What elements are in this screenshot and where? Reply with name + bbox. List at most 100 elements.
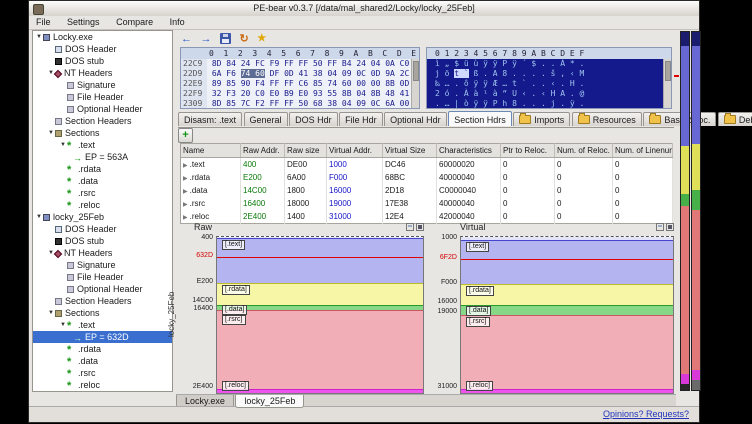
tree-item-data-section[interactable]: .data xyxy=(33,355,172,367)
col-raw-addr[interactable]: Raw Addr. xyxy=(241,144,285,158)
expander-icon[interactable]: ▼ xyxy=(47,127,55,139)
hex-row[interactable]: 22D9 6A F6 74 60 DF 0D 41 38 04 09 0C 0D… xyxy=(181,69,419,79)
hex-view-raw[interactable]: 0 1 2 3 4 5 6 7 8 9 A B C D E F 22C9 8D … xyxy=(180,47,420,109)
hex-bytes[interactable]: 6A F6 74 60 DF 0D 41 38 04 09 0C 0D 9A 2… xyxy=(212,69,420,78)
ascii-row[interactable]: . … | ò ÿ ÿ P h 8 . . . j . ÿ . xyxy=(427,99,671,109)
tab-file-hdr[interactable]: File Hdr xyxy=(339,112,383,126)
detach-icon[interactable] xyxy=(666,223,674,231)
table-row-rdata[interactable]: ▶.rdata E2006A00 F00068BC 400000400 00 xyxy=(181,171,673,184)
col-raw-size[interactable]: Raw size xyxy=(285,144,327,158)
save-icon[interactable] xyxy=(220,33,231,44)
tree-item-sections[interactable]: ▼Sections xyxy=(33,127,172,139)
hex-view-ascii[interactable]: 0 1 2 3 4 5 6 7 8 9 A B C D E F ì „ $ ü … xyxy=(426,47,672,109)
menu-settings[interactable]: Settings xyxy=(60,16,107,29)
hex-row[interactable]: 2309 8D 85 7C F2 FF FF 50 68 38 04 09 0C… xyxy=(181,99,419,109)
feedback-link[interactable]: Opinions? Requests? xyxy=(603,409,689,419)
tree-item-dos-stub[interactable]: DOS stub xyxy=(33,55,172,67)
tab-debug[interactable]: Debug xyxy=(718,112,752,126)
ascii-row[interactable]: 2 ó . À à ¹ à “ U ‹ . ‹ H A . @ xyxy=(427,89,671,99)
ascii-row[interactable]: j ö t ` ß . A 8 . . . . š , ‹ M xyxy=(427,69,671,79)
collapse-icon[interactable] xyxy=(406,223,414,231)
menu-compare[interactable]: Compare xyxy=(109,16,160,29)
hex-bytes[interactable]: 8D 85 7C F2 FF FF 50 68 38 04 09 0C 6A 0… xyxy=(212,99,420,108)
tab-general[interactable]: General xyxy=(244,112,288,126)
hex-row[interactable]: 22E9 89 85 90 F4 FF FF C6 85 74 60 00 00… xyxy=(181,79,419,89)
menu-file[interactable]: File xyxy=(29,16,58,29)
hex-bytes[interactable]: 8D 84 24 FC F9 FF FF 50 FF B4 24 04 0A C… xyxy=(212,59,420,68)
tab-resources[interactable]: Resources xyxy=(572,112,642,126)
tree-item-ep-632d[interactable]: EP = 632D xyxy=(33,331,172,343)
minimap-raw-bar[interactable] xyxy=(680,31,690,391)
tree-item-rsrc-section[interactable]: .rsrc xyxy=(33,187,172,199)
tree-item-rsrc-section[interactable]: .rsrc xyxy=(33,367,172,379)
hex-scrollbar[interactable] xyxy=(663,59,671,108)
tree-item-data-section[interactable]: .data xyxy=(33,175,172,187)
hex-selection[interactable]: 74 60 xyxy=(241,69,265,78)
tab-optional-hdr[interactable]: Optional Hdr xyxy=(384,112,447,126)
hex-bytes[interactable]: 32 F3 20 C0 E0 B9 E0 93 55 8B 04 8B 48 4… xyxy=(212,89,420,98)
detach-icon[interactable] xyxy=(416,223,424,231)
hex-row[interactable]: 22F9 32 F3 20 C0 E0 B9 E0 93 55 8B 04 8B… xyxy=(181,89,419,99)
tree-item-optional-header[interactable]: Optional Header xyxy=(33,283,172,295)
tab-disasm-text[interactable]: Disasm: .text xyxy=(178,112,242,126)
hex-row[interactable]: 22C9 8D 84 24 FC F9 FF FF 50 FF B4 24 04… xyxy=(181,59,419,69)
row-expander-icon[interactable]: ▶ xyxy=(183,215,188,221)
ascii-row[interactable]: ‰ … . ô ÿ ÿ Æ … t ` . . ‹ . H . xyxy=(427,79,671,89)
minimap-virtual-bar[interactable] xyxy=(691,31,701,391)
row-expander-icon[interactable]: ▶ xyxy=(183,176,188,182)
expander-icon[interactable]: ▼ xyxy=(59,139,67,151)
col-virtual-size[interactable]: Virtual Size xyxy=(383,144,437,158)
ascii-row[interactable]: ì „ $ ü ù ÿ ÿ P ÿ ´ $ . . À * . xyxy=(427,59,671,69)
col-characteristics[interactable]: Characteristics xyxy=(437,144,501,158)
tree-item-sections[interactable]: ▼Sections xyxy=(33,307,172,319)
expander-icon[interactable]: ▼ xyxy=(35,31,43,43)
titlebar[interactable]: PE-bear v0.3.7 [/data/mal_shared2/Locky/… xyxy=(29,1,699,17)
tree-item-dos-header[interactable]: DOS Header xyxy=(33,223,172,235)
tab-dos-hdr[interactable]: DOS Hdr xyxy=(289,112,338,126)
tree-item-text-section[interactable]: ▼.text xyxy=(33,319,172,331)
row-expander-icon[interactable]: ▶ xyxy=(183,163,188,169)
tree-item-file-header[interactable]: File Header xyxy=(33,91,172,103)
ascii-selection[interactable]: t ` xyxy=(454,69,468,78)
tree-item-locky-25feb[interactable]: ▼locky_25Feb xyxy=(33,211,172,223)
col-virtual-addr[interactable]: Virtual Addr. xyxy=(327,144,383,158)
star-icon[interactable]: ★ xyxy=(257,31,266,47)
tree-item-signature[interactable]: Signature xyxy=(33,259,172,271)
tab-imports[interactable]: Imports xyxy=(513,112,570,126)
file-tab-locky-25feb[interactable]: locky_25Feb xyxy=(235,395,304,408)
tree-item-text-section[interactable]: ▼.text xyxy=(33,139,172,151)
hex-scrollbar[interactable] xyxy=(411,59,419,108)
tree-item-optional-header[interactable]: Optional Header xyxy=(33,103,172,115)
tree-item-reloc-section[interactable]: .reloc xyxy=(33,199,172,211)
row-expander-icon[interactable]: ▶ xyxy=(183,202,188,208)
col-num-linenum[interactable]: Num. of Linenum. xyxy=(613,144,673,158)
tree-item-nt-headers[interactable]: ▼NT Headers xyxy=(33,247,172,259)
forward-arrow-icon[interactable]: → xyxy=(201,31,212,47)
table-row-rsrc[interactable]: ▶.rsrc 1640018000 1900017E38 400000400 0… xyxy=(181,197,673,210)
tree-item-nt-headers[interactable]: ▼NT Headers xyxy=(33,67,172,79)
tree-item-dos-header[interactable]: DOS Header xyxy=(33,43,172,55)
add-section-button[interactable]: + xyxy=(178,128,193,143)
row-expander-icon[interactable]: ▶ xyxy=(183,189,188,195)
hex-bytes[interactable]: 89 85 90 F4 FF FF C6 85 74 60 00 00 8B 0… xyxy=(212,79,420,88)
tree-item-rdata-section[interactable]: .rdata xyxy=(33,343,172,355)
expander-icon[interactable]: ▼ xyxy=(47,307,55,319)
reload-icon[interactable]: ↻ xyxy=(240,31,249,47)
collapse-icon[interactable] xyxy=(656,223,664,231)
col-ptr-reloc[interactable]: Ptr to Reloc. xyxy=(501,144,555,158)
tree-item-dos-stub[interactable]: DOS stub xyxy=(33,235,172,247)
col-num-reloc[interactable]: Num. of Reloc. xyxy=(555,144,613,158)
tree-item-section-headers[interactable]: Section Headers xyxy=(33,295,172,307)
tree-item-ep-563a[interactable]: EP = 563A xyxy=(33,151,172,163)
back-arrow-icon[interactable]: ← xyxy=(181,31,192,47)
table-row-text[interactable]: ▶.text 400DE00 1000DC46 600000200 00 xyxy=(181,158,673,172)
tree-item-signature[interactable]: Signature xyxy=(33,79,172,91)
tab-section-hdrs[interactable]: Section Hdrs xyxy=(448,111,512,126)
tree-item-locky-exe[interactable]: ▼Locky.exe xyxy=(33,31,172,43)
expander-icon[interactable]: ▼ xyxy=(59,319,67,331)
tree-item-file-header[interactable]: File Header xyxy=(33,271,172,283)
tree-item-reloc-section[interactable]: .reloc xyxy=(33,379,172,391)
tree-item-rdata-section[interactable]: .rdata xyxy=(33,163,172,175)
table-row-data[interactable]: ▶.data 14C001800 160002D18 C00000400 00 xyxy=(181,184,673,197)
col-name[interactable]: Name xyxy=(181,144,241,158)
